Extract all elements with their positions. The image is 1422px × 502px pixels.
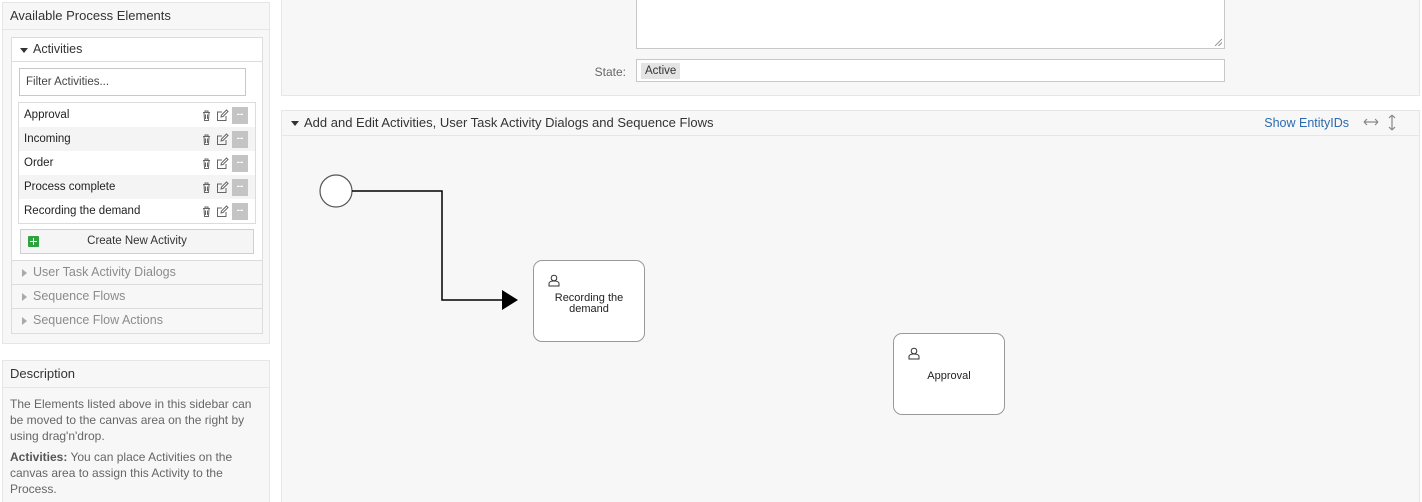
available-elements-title: Available Process Elements	[3, 3, 269, 30]
chevron-down-icon	[291, 121, 299, 126]
sequence-flow-arrow	[502, 290, 518, 310]
canvas-connections	[319, 174, 518, 310]
trash-icon[interactable]	[200, 205, 213, 218]
chevron-right-icon	[22, 269, 27, 277]
activity-item-label: Process complete	[24, 181, 116, 193]
activity-list-item[interactable]: Order --	[19, 151, 255, 175]
activity-more-button[interactable]: --	[232, 179, 248, 196]
description-text: The Elements listed above in this sideba…	[10, 397, 252, 443]
activity-list: Approval -- Incoming -- Order -- Process…	[18, 102, 256, 224]
state-select[interactable]: Active	[636, 59, 1225, 82]
user-task-icon	[548, 274, 560, 287]
expand-vertical-icon[interactable]	[1387, 114, 1397, 131]
activity-actions: --	[200, 203, 248, 220]
activities-body: Approval -- Incoming --	[12, 62, 262, 261]
create-new-activity-label: Create New Activity	[87, 235, 187, 247]
activity-list-item[interactable]: Process complete --	[19, 175, 255, 199]
activity-item-label: Incoming	[24, 133, 71, 145]
trash-icon[interactable]	[200, 181, 213, 194]
activity-item-label: Order	[24, 157, 54, 169]
accordion-section-label: Sequence Flows	[33, 289, 126, 303]
show-entity-ids-link[interactable]: Show EntityIDs	[1264, 111, 1349, 135]
accordion-activities-header[interactable]: Activities	[12, 38, 262, 62]
plus-icon	[28, 236, 39, 247]
process-canvas[interactable]: Recording the demand Approval	[282, 137, 1419, 502]
edit-icon[interactable]	[216, 109, 229, 122]
activities-hint-label: Activities:	[10, 450, 68, 464]
state-selected-value: Active	[641, 63, 681, 79]
description-panel: Description The Elements listed above in…	[2, 360, 270, 502]
activity-node-label: Recording the demand	[554, 292, 624, 315]
accordion-activities-label: Activities	[33, 42, 83, 56]
accordion-sequence-flow-actions-header[interactable]: Sequence Flow Actions	[12, 309, 262, 333]
accordion-section-label: Sequence Flow Actions	[33, 313, 163, 327]
activity-more-button[interactable]: --	[232, 155, 248, 172]
activity-node-approval[interactable]: Approval	[893, 333, 1005, 415]
process-properties-panel: State: Active	[281, 0, 1420, 96]
chevron-down-icon	[20, 48, 28, 53]
activity-item-label: Approval	[24, 109, 70, 121]
activity-list-item[interactable]: Recording the demand --	[19, 199, 255, 223]
sequence-flow-line[interactable]	[352, 190, 502, 301]
activity-item-label: Recording the demand	[24, 205, 141, 217]
edit-icon[interactable]	[216, 157, 229, 170]
accordion-user-task-dialogs-header[interactable]: User Task Activity Dialogs	[12, 261, 262, 285]
edit-icon[interactable]	[216, 133, 229, 146]
start-event[interactable]	[319, 174, 353, 208]
activity-more-button[interactable]: --	[232, 131, 248, 148]
available-elements-panel: Available Process Elements Activities Ap…	[2, 2, 270, 344]
activity-list-item[interactable]: Incoming --	[19, 127, 255, 151]
activity-node-label: Approval	[927, 370, 971, 382]
activity-more-button[interactable]: --	[232, 203, 248, 220]
user-task-icon	[908, 347, 920, 360]
trash-icon[interactable]	[200, 133, 213, 146]
activity-more-button[interactable]: --	[232, 107, 248, 124]
activity-actions: --	[200, 131, 248, 148]
elements-accordion: Activities Approval -- Incoming	[11, 37, 263, 334]
trash-icon[interactable]	[200, 157, 213, 170]
state-label: State:	[594, 65, 626, 79]
canvas-panel: Add and Edit Activities, User Task Activ…	[281, 110, 1420, 502]
accordion-sequence-flows-header[interactable]: Sequence Flows	[12, 285, 262, 309]
accordion-section-label: User Task Activity Dialogs	[33, 265, 176, 279]
resize-grip-icon[interactable]	[1215, 39, 1222, 46]
activities-hint: Activities: You can place Activities on …	[10, 449, 261, 497]
canvas-header[interactable]: Add and Edit Activities, User Task Activ…	[282, 111, 1419, 136]
edit-icon[interactable]	[216, 205, 229, 218]
expand-horizontal-icon[interactable]	[1363, 117, 1379, 127]
filter-activities-input[interactable]	[19, 68, 246, 96]
activity-list-item[interactable]: Approval --	[19, 103, 255, 127]
chevron-right-icon	[22, 317, 27, 325]
activity-actions: --	[200, 179, 248, 196]
activity-node-recording-the-demand[interactable]: Recording the demand	[533, 260, 645, 342]
description-textarea[interactable]	[636, 0, 1225, 49]
create-new-activity-button[interactable]: Create New Activity	[20, 229, 254, 254]
description-body: The Elements listed above in this sideba…	[3, 388, 269, 497]
activity-actions: --	[200, 155, 248, 172]
edit-icon[interactable]	[216, 181, 229, 194]
canvas-title: Add and Edit Activities, User Task Activ…	[304, 115, 714, 130]
chevron-right-icon	[22, 293, 27, 301]
description-title: Description	[3, 361, 269, 388]
trash-icon[interactable]	[200, 109, 213, 122]
activity-actions: --	[200, 107, 248, 124]
